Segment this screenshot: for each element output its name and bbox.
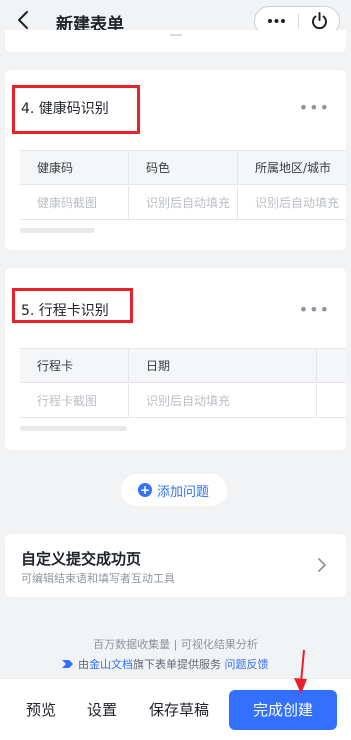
add-question-label: 添加问题 [157, 485, 210, 500]
features-tagline: 百万数据收集量 | 可视化结果分析 [93, 638, 258, 651]
table-header-cell: 日期 [129, 349, 317, 383]
table-header-row: 健康码 码色 所属地区/城市 [20, 151, 346, 185]
question-more-button[interactable]: ••• [299, 300, 330, 319]
custom-success-page-entry[interactable]: 自定义提交成功页 可编辑结束语和填写者互动工具 [5, 534, 346, 597]
bottom-action-bar: 预览 设置 保存草稿 完成创建 [0, 678, 351, 740]
kingsoft-docs-logo-icon [62, 660, 73, 668]
table-row: 行程卡截图 识别后自动填充 [20, 384, 346, 417]
question-more-button[interactable]: ••• [299, 98, 330, 117]
highlight-box [12, 288, 133, 323]
highlight-box [12, 85, 140, 134]
success-page-subtitle: 可编辑结束语和填写者互动工具 [21, 572, 175, 585]
recognition-table: 行程卡 日期 行程卡截图 识别后自动填充 [20, 348, 346, 418]
table-header-cell: 行程卡 [20, 349, 129, 383]
success-page-title: 自定义提交成功页 [21, 550, 142, 568]
drag-indicator [170, 34, 182, 36]
preview-button[interactable]: 预览 [26, 699, 56, 720]
feedback-link[interactable]: 问题反馈 [225, 658, 269, 671]
recognition-table: 健康码 码色 所属地区/城市 健康码截图 识别后自动填充 识别后自动填充 [20, 150, 346, 220]
table-cell: 识别后自动填充 [238, 186, 346, 219]
horizontal-scrollbar[interactable] [20, 426, 127, 431]
horizontal-scrollbar[interactable] [20, 228, 95, 233]
finish-create-button[interactable]: 完成创建 [229, 690, 337, 730]
question-card-health-code[interactable]: 4. 健康码识别 ••• 健康码 码色 所属地区/城市 健康码截图 识别后自动填… [5, 70, 346, 250]
back-arrow-icon[interactable] [12, 8, 36, 32]
question-card-travel-card[interactable]: 5. 行程卡识别 ••• 行程卡 日期 行程卡截图 识别后自动填充 [5, 268, 346, 450]
plus-icon: + [138, 483, 152, 497]
table-header-cell: 所属地区/城市 [238, 151, 346, 185]
table-row: 健康码截图 识别后自动填充 识别后自动填充 [20, 186, 346, 219]
provider-suffix: 旗下表单提供服务 [133, 658, 221, 671]
table-header-cell: 健康码 [20, 151, 129, 185]
settings-button[interactable]: 设置 [87, 699, 117, 720]
previous-question-card [5, 30, 346, 52]
table-header-cell: 码色 [129, 151, 238, 185]
service-provider-line: 由金山文档旗下表单提供服务 问题反馈 [61, 656, 269, 672]
provider-prefix: 由 [78, 658, 89, 671]
table-cell: 识别后自动填充 [129, 186, 238, 219]
provider-brand-link[interactable]: 金山文档 [89, 658, 133, 671]
chevron-right-icon [318, 558, 326, 572]
table-cell: 健康码截图 [20, 186, 129, 219]
table-cell: 识别后自动填充 [129, 384, 317, 417]
add-question-button[interactable]: + 添加问题 [121, 474, 227, 506]
table-cell: 行程卡截图 [20, 384, 129, 417]
save-draft-button[interactable]: 保存草稿 [149, 699, 209, 720]
table-header-row: 行程卡 日期 [20, 349, 346, 383]
